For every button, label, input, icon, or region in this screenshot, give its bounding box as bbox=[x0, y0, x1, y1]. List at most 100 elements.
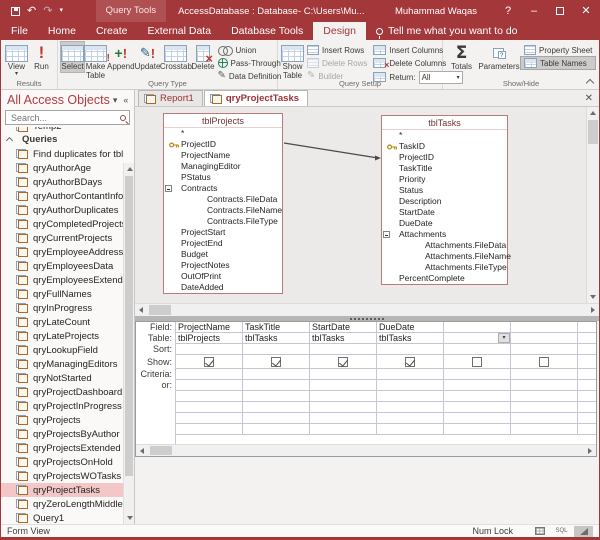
account-name[interactable]: Muhammad Waqas bbox=[395, 6, 477, 17]
nav-scrollbar[interactable] bbox=[123, 163, 134, 524]
scrollbar-thumb[interactable] bbox=[149, 305, 171, 315]
scroll-down-icon[interactable] bbox=[587, 291, 599, 303]
show-checkbox[interactable] bbox=[405, 357, 415, 367]
datasheet-view-button[interactable] bbox=[530, 526, 549, 537]
list-item[interactable]: qryAuthorBDays bbox=[1, 175, 123, 189]
grid-horizontal-scrollbar[interactable] bbox=[136, 444, 596, 456]
list-item[interactable]: Queries bbox=[1, 132, 123, 147]
table-cell[interactable]: ▾ bbox=[511, 333, 578, 344]
field-row[interactable]: * bbox=[164, 128, 282, 139]
field-row[interactable]: ProjectStart bbox=[164, 227, 282, 238]
parameters-button[interactable]: ? Parameters bbox=[477, 42, 521, 72]
delete-rows-button[interactable]: Delete Rows bbox=[304, 57, 370, 69]
ribbon-tab[interactable]: Database Tools bbox=[221, 22, 313, 40]
ribbon-tab[interactable]: Create bbox=[86, 22, 138, 40]
criteria-cell[interactable] bbox=[444, 369, 511, 380]
field-row[interactable]: DateAdded bbox=[164, 282, 282, 293]
list-item[interactable]: qryAuthorAge bbox=[1, 161, 123, 175]
ribbon-tab[interactable]: Home bbox=[38, 22, 86, 40]
field-cell[interactable] bbox=[444, 322, 511, 333]
qat-dropdown-icon[interactable]: ▾ bbox=[59, 0, 63, 22]
close-icon[interactable]: ✕ bbox=[573, 0, 599, 22]
show-checkbox[interactable] bbox=[338, 357, 348, 367]
criteria-cell[interactable] bbox=[310, 369, 377, 380]
design-horizontal-scrollbar[interactable] bbox=[135, 303, 599, 316]
field-cell[interactable]: TaskTitle bbox=[243, 322, 310, 333]
pass-through-button[interactable]: Pass-Through bbox=[215, 57, 285, 69]
scroll-up-icon[interactable] bbox=[124, 163, 134, 175]
tab-close-icon[interactable]: ✕ bbox=[579, 93, 599, 104]
search-icon[interactable] bbox=[120, 115, 126, 121]
table-cell[interactable]: tblTasks▾ bbox=[243, 333, 310, 344]
crosstab-button[interactable]: Crosstab bbox=[160, 42, 191, 72]
sort-cell[interactable] bbox=[176, 344, 243, 355]
view-button[interactable]: View▾ bbox=[4, 42, 29, 77]
field-row[interactable]: DueDate bbox=[382, 218, 507, 229]
make-table-button[interactable]: ! Make Table bbox=[84, 42, 107, 80]
delete-button[interactable]: × Delete bbox=[191, 42, 214, 72]
field-row[interactable]: Priority bbox=[382, 174, 507, 185]
list-item[interactable]: qryProjectsByAuthor bbox=[1, 427, 123, 441]
field-row[interactable]: ProjectNotes bbox=[164, 260, 282, 271]
sort-cell[interactable] bbox=[310, 344, 377, 355]
nav-menu-icon[interactable]: ▾ bbox=[110, 95, 121, 106]
ribbon-tab[interactable]: External Data bbox=[137, 22, 221, 40]
list-item[interactable]: qryCurrentProjects bbox=[1, 231, 123, 245]
dropdown-icon[interactable]: ▾ bbox=[498, 333, 510, 343]
field-row[interactable]: ProjectID bbox=[164, 139, 282, 150]
table-cell[interactable]: tblProjects▾ bbox=[176, 333, 243, 344]
or-cell[interactable] bbox=[243, 380, 310, 391]
sort-cell[interactable] bbox=[243, 344, 310, 355]
ribbon-tab[interactable]: File bbox=[1, 22, 38, 40]
table-cell[interactable]: ▾ bbox=[444, 333, 511, 344]
undo-icon[interactable]: ↶ bbox=[27, 0, 36, 22]
show-table-button[interactable]: Show Table bbox=[281, 42, 304, 80]
field-row[interactable]: Contracts.FileType bbox=[164, 216, 282, 227]
document-tab[interactable]: Report1 bbox=[138, 90, 203, 106]
scrollbar-thumb[interactable] bbox=[125, 176, 133, 476]
select-button[interactable]: Select bbox=[61, 42, 84, 72]
scroll-left-icon[interactable] bbox=[136, 445, 148, 456]
append-button[interactable]: +! Append bbox=[107, 42, 135, 72]
nav-title[interactable]: All Access Objects bbox=[7, 93, 110, 107]
field-row[interactable]: Attachments.FileName bbox=[382, 251, 507, 262]
totals-button[interactable]: Σ Totals bbox=[446, 42, 477, 72]
list-item[interactable]: qryZeroLengthMiddleInitial bbox=[1, 497, 123, 511]
list-item[interactable]: qryEmployeeAddresses bbox=[1, 245, 123, 259]
field-row[interactable]: * bbox=[382, 130, 507, 141]
scroll-up-icon[interactable] bbox=[587, 107, 599, 119]
property-sheet-button[interactable]: Property Sheet bbox=[521, 44, 595, 56]
list-item[interactable]: qryManagingEditors bbox=[1, 357, 123, 371]
table-cell[interactable]: tblTasks▾ bbox=[310, 333, 377, 344]
ribbon-tab[interactable]: Design bbox=[313, 22, 366, 40]
scroll-right-icon[interactable] bbox=[587, 304, 599, 316]
scroll-left-icon[interactable] bbox=[135, 304, 147, 316]
collapse-icon[interactable] bbox=[383, 231, 390, 238]
field-row[interactable]: OutOfPrint bbox=[164, 271, 282, 282]
design-vertical-scrollbar[interactable] bbox=[586, 107, 599, 303]
field-row[interactable]: ProjectID bbox=[382, 152, 507, 163]
field-row[interactable]: TaskID bbox=[382, 141, 507, 152]
maximize-icon[interactable] bbox=[547, 0, 573, 22]
list-item[interactable]: qryLateCount bbox=[1, 315, 123, 329]
scrollbar-thumb[interactable] bbox=[588, 120, 598, 144]
update-button[interactable]: ✎! Update bbox=[135, 42, 161, 72]
field-row[interactable]: Attachments.FileData bbox=[382, 240, 507, 251]
field-cell[interactable] bbox=[511, 322, 578, 333]
collapse-ribbon-icon[interactable] bbox=[586, 77, 594, 85]
list-item[interactable]: qryLookupField bbox=[1, 343, 123, 357]
field-cell[interactable]: ProjectName bbox=[176, 322, 243, 333]
field-row[interactable]: TaskTitle bbox=[382, 163, 507, 174]
scrollbar-thumb[interactable] bbox=[150, 446, 172, 455]
list-item[interactable]: qryProjectInProgress bbox=[1, 399, 123, 413]
minimize-icon[interactable]: – bbox=[521, 0, 547, 22]
list-item[interactable]: Query1 bbox=[1, 511, 123, 524]
field-cell[interactable]: DueDate bbox=[377, 322, 444, 333]
table-names-button[interactable]: Table Names bbox=[521, 57, 595, 69]
show-checkbox[interactable] bbox=[472, 357, 482, 367]
field-row[interactable]: Attachments.FileType bbox=[382, 262, 507, 273]
field-list-tbltasks[interactable]: tblTasks * bbox=[381, 115, 508, 285]
help-icon[interactable]: ? bbox=[495, 0, 521, 22]
sql-view-button[interactable]: SQL bbox=[552, 526, 571, 537]
union-button[interactable]: Union bbox=[215, 44, 285, 56]
